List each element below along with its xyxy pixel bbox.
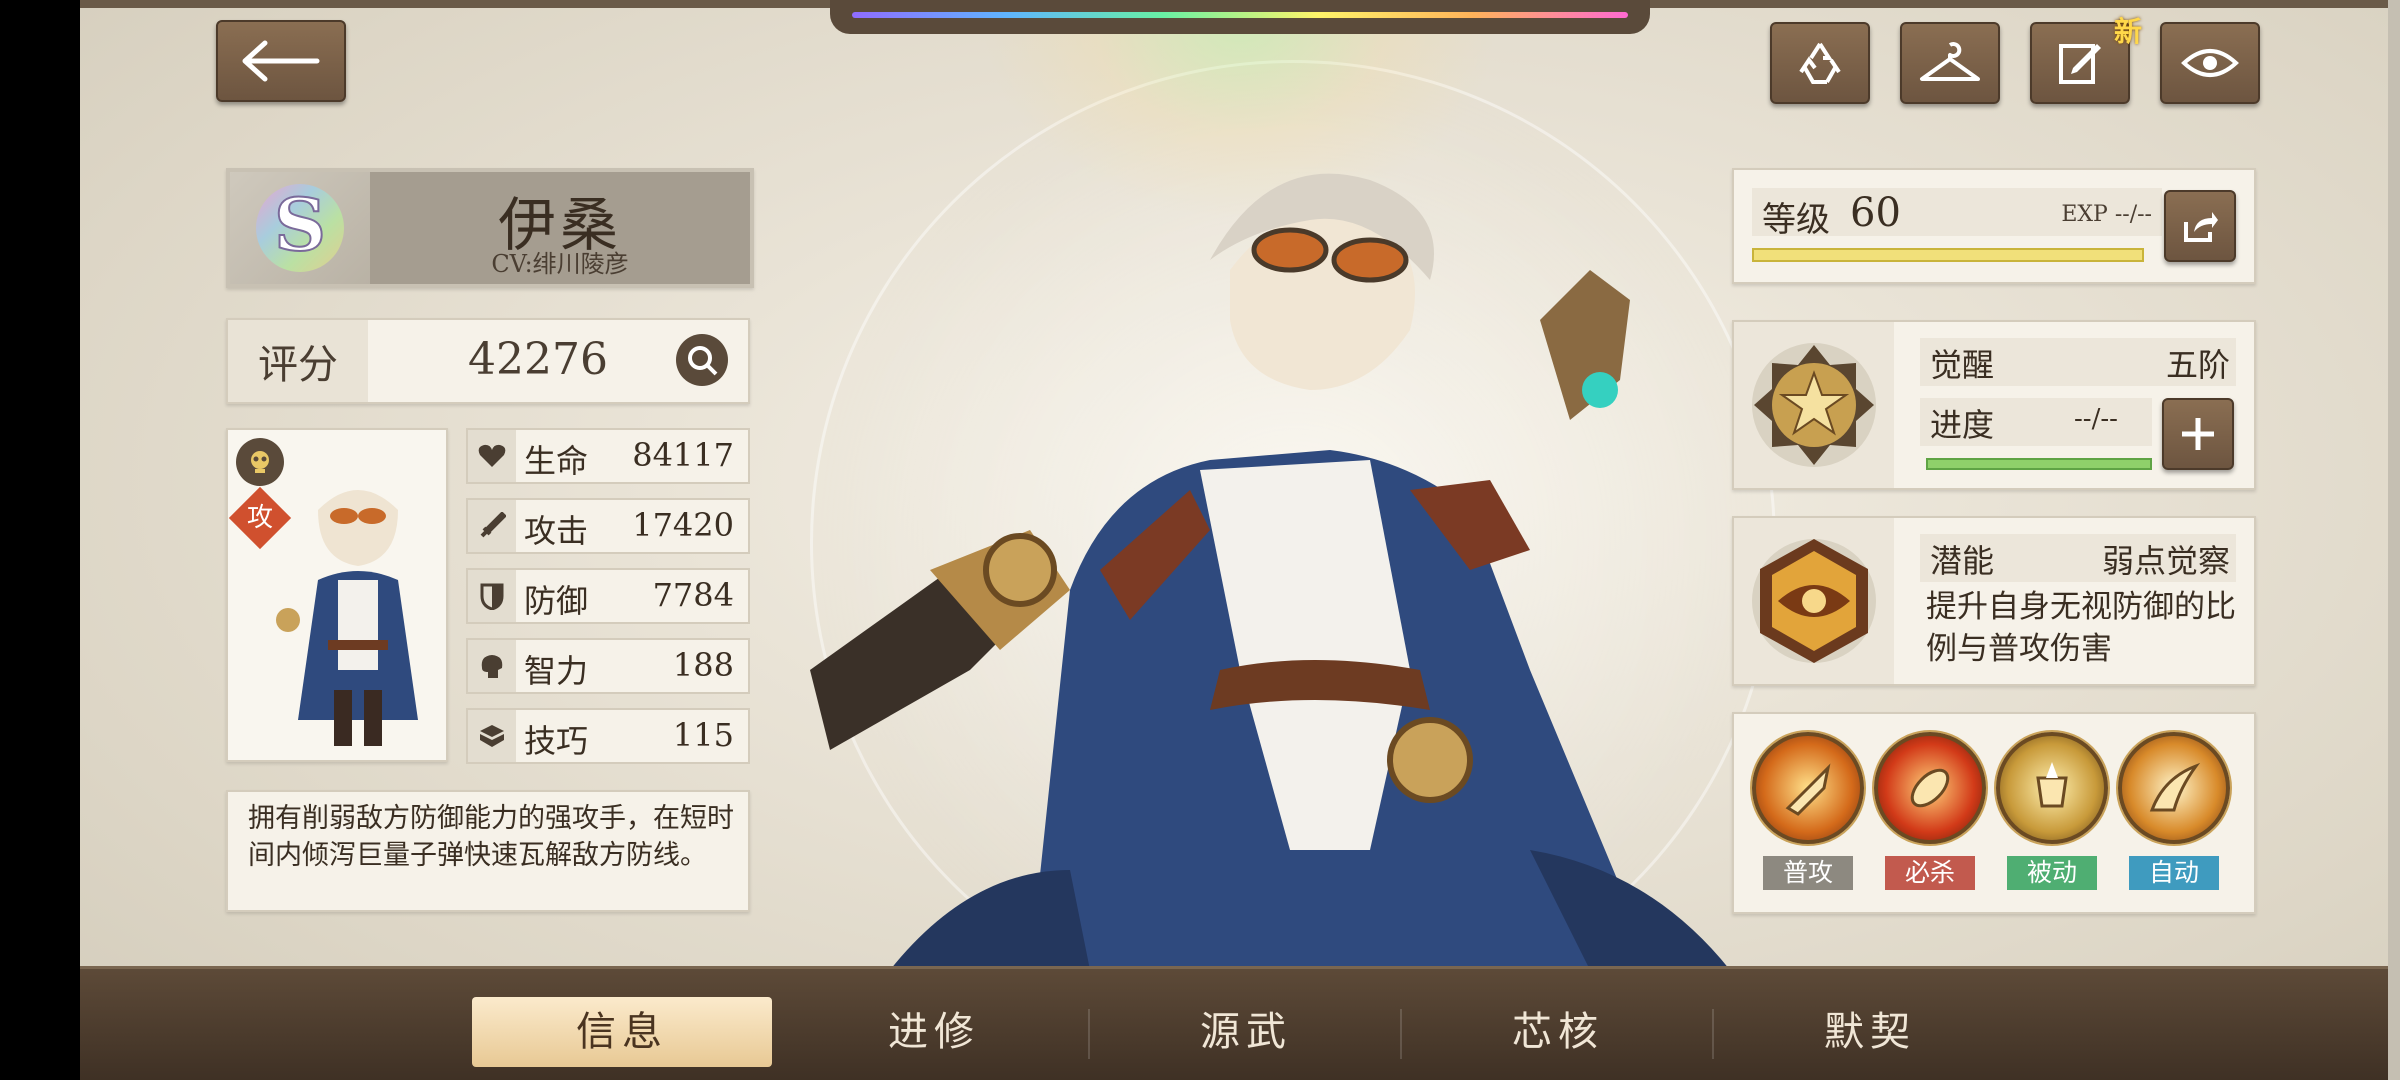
- character-artwork: [810, 173, 1730, 970]
- slash-icon: [2118, 732, 2230, 844]
- awakening-panel: 觉醒 五阶 进度 --/--: [1732, 320, 2256, 490]
- edit-button[interactable]: 新: [2030, 15, 2142, 104]
- bullet-icon: [1752, 732, 1864, 844]
- bottom-tab-bar: 信息 进修 源武 芯核 默契: [80, 966, 2400, 1080]
- awaken-plus-button[interactable]: [2162, 398, 2234, 470]
- skill-passive[interactable]: 被动: [1996, 732, 2108, 890]
- rank-badge: S: [230, 172, 370, 284]
- hero-description-panel: 拥有削弱敌方防御能力的强攻手，在短时间内倾泻巨量子弹快速瓦解敌方防线。: [226, 790, 750, 912]
- hero-portrait-card[interactable]: 攻: [226, 428, 448, 762]
- tab-info[interactable]: 信息: [472, 997, 772, 1067]
- potential-eye-icon: [1734, 518, 1894, 684]
- stat-skill: 技巧 115: [466, 708, 750, 764]
- tab-training[interactable]: 进修: [784, 997, 1084, 1067]
- view-button[interactable]: [2160, 22, 2260, 104]
- shield-icon: [468, 570, 516, 622]
- shell-icon: [1874, 732, 1986, 844]
- character-info-screen: 新 S 伊桑 CV:绯川陵彦 评分 42276 攻 生命 84117 攻击 17…: [80, 0, 2400, 1080]
- skill-ultimate[interactable]: 必杀: [1874, 732, 1986, 890]
- rank-s-icon: S: [256, 181, 344, 272]
- rarity-top-bar: [830, 0, 1650, 34]
- edit-icon: [2059, 44, 2101, 84]
- hero-name-panel: S 伊桑 CV:绯川陵彦: [226, 168, 754, 288]
- share-button[interactable]: [2164, 190, 2236, 262]
- awakening-label: 觉醒: [1930, 346, 1995, 384]
- progress-value: --/--: [2074, 404, 2118, 434]
- hanger-icon: [1920, 42, 1980, 81]
- box-icon: [468, 710, 516, 762]
- score-label: 评分: [228, 320, 368, 402]
- hero-cv: CV:绯川陵彦: [491, 250, 629, 278]
- stat-defense: 防御 7784: [466, 568, 750, 624]
- score-panel: 评分 42276: [226, 318, 750, 404]
- heart-icon: [468, 430, 516, 482]
- exp-bar: [1752, 248, 2144, 262]
- back-button[interactable]: [216, 20, 346, 102]
- awakening-value: 五阶: [2165, 346, 2230, 384]
- tab-rapport[interactable]: 默契: [1720, 997, 2020, 1067]
- level-value: 60: [1850, 190, 1901, 236]
- awakening-bar: [1926, 458, 2152, 470]
- new-badge: 新: [2113, 15, 2142, 48]
- skill-auto[interactable]: 自动: [2118, 732, 2230, 890]
- recycle-icon: [1799, 42, 1841, 84]
- stat-attack: 攻击 17420: [466, 498, 750, 554]
- screen-edge: [2388, 0, 2400, 1080]
- stat-intellect: 智力 188: [466, 638, 750, 694]
- sword-icon: [468, 500, 516, 552]
- awakening-star-icon: [1734, 322, 1894, 488]
- eye-icon: [2181, 49, 2239, 77]
- svg-text:S: S: [274, 182, 326, 267]
- hero-chibi: [276, 490, 418, 746]
- potential-name: 弱点觉察: [2101, 542, 2230, 580]
- tab-weapon[interactable]: 源武: [1096, 997, 1396, 1067]
- arrow-left-icon: [242, 40, 320, 82]
- score-detail-button[interactable]: [676, 334, 728, 386]
- plus-icon: [2182, 418, 2214, 450]
- level-label: 等级: [1762, 200, 1830, 240]
- brain-icon: [468, 640, 516, 692]
- share-icon: [2184, 212, 2218, 242]
- stat-hp: 生命 84117: [466, 428, 750, 484]
- exp-text: EXP --/--: [2061, 202, 2152, 227]
- search-icon: [688, 346, 718, 376]
- tab-core[interactable]: 芯核: [1408, 997, 1708, 1067]
- potential-panel[interactable]: 潜能 弱点觉察 提升自身无视防御的比例与普攻伤害: [1732, 516, 2256, 686]
- potential-label: 潜能: [1930, 542, 1995, 580]
- skills-panel: 普攻 必杀 被动 自动: [1732, 712, 2256, 914]
- score-value: 42276: [468, 334, 608, 385]
- level-panel: 等级 60 EXP --/--: [1732, 168, 2256, 284]
- recycle-button[interactable]: [1770, 22, 1870, 104]
- cannon-icon: [1996, 732, 2108, 844]
- skill-normal-attack[interactable]: 普攻: [1752, 732, 1864, 890]
- progress-label: 进度: [1930, 406, 1995, 444]
- hero-description: 拥有削弱敌方防御能力的强攻手，在短时间内倾泻巨量子弹快速瓦解敌方防线。: [248, 803, 734, 871]
- potential-description: 提升自身无视防御的比例与普攻伤害: [1926, 589, 2236, 667]
- outfit-button[interactable]: [1900, 22, 2000, 104]
